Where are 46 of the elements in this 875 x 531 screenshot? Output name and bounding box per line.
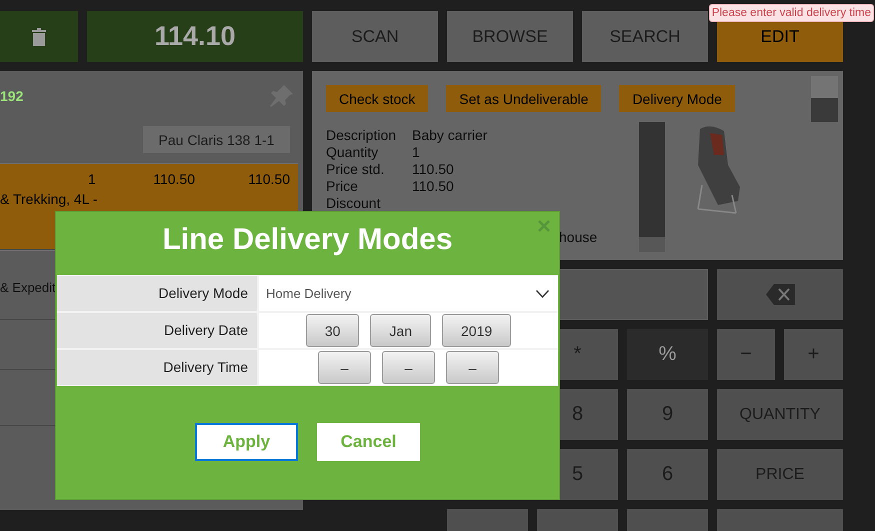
quantity-cell-text: 1 [88, 171, 97, 189]
backspace-button[interactable] [717, 269, 843, 320]
picker-button[interactable]: – [318, 351, 371, 384]
field-value: Baby carrier [412, 127, 488, 144]
picker-button[interactable]: – [382, 351, 435, 384]
ticket-number: 192 [0, 88, 24, 104]
picker-button[interactable]: 2019 [442, 314, 512, 347]
location-button[interactable]: Pau Claris 138 1-1 [143, 126, 290, 153]
field-value: 110.50 [412, 161, 454, 178]
field-label: Discount [326, 195, 382, 212]
nav-button[interactable]: BROWSE [447, 11, 573, 62]
nav-button[interactable]: SCAN [312, 11, 438, 62]
action-button[interactable]: Delivery Mode [619, 85, 735, 112]
chevron-down-icon [536, 290, 549, 298]
picker-button[interactable]: Jan [370, 314, 431, 347]
picker-button[interactable]: – [446, 351, 499, 384]
backspace-icon [766, 284, 794, 305]
field-label: Price [326, 178, 359, 195]
item-description: & Trekking, 4L - [0, 191, 98, 207]
action-button[interactable]: Check stock [326, 85, 428, 112]
delete-button[interactable] [0, 11, 78, 62]
field-value: house [559, 229, 598, 246]
keypad-key[interactable]: − [717, 329, 775, 380]
total-cell-text: 110.50 [247, 171, 290, 189]
field-value: 110.50 [412, 178, 454, 195]
item-description: & Expedit [0, 280, 56, 295]
apply-button[interactable]: Apply [195, 423, 298, 461]
price-cell-text: 110.50 [152, 171, 195, 189]
delivery-mode-select[interactable]: Home Delivery [259, 276, 558, 311]
field-value: 1 [412, 144, 420, 161]
field-label: Description [326, 127, 398, 144]
error-tooltip: Please enter valid delivery time [708, 4, 874, 22]
picker-button[interactable]: 30 [306, 314, 360, 347]
field-label: Delivery Date [57, 313, 257, 348]
keypad-key[interactable]: + [784, 329, 843, 380]
nav-button[interactable]: SEARCH [582, 11, 708, 62]
scrollbar [811, 76, 838, 122]
total-amount[interactable]: 114.10 [87, 11, 303, 62]
trash-icon [32, 28, 46, 46]
cancel-button[interactable]: Cancel [317, 423, 420, 461]
field-label: Quantity [326, 144, 380, 161]
field-label: Price std. [326, 161, 386, 178]
close-icon[interactable] [538, 220, 550, 232]
field-label: Delivery Time [57, 350, 257, 385]
field-label: Delivery Mode [57, 276, 257, 311]
action-button[interactable]: Set as Undeliverable [446, 85, 602, 112]
